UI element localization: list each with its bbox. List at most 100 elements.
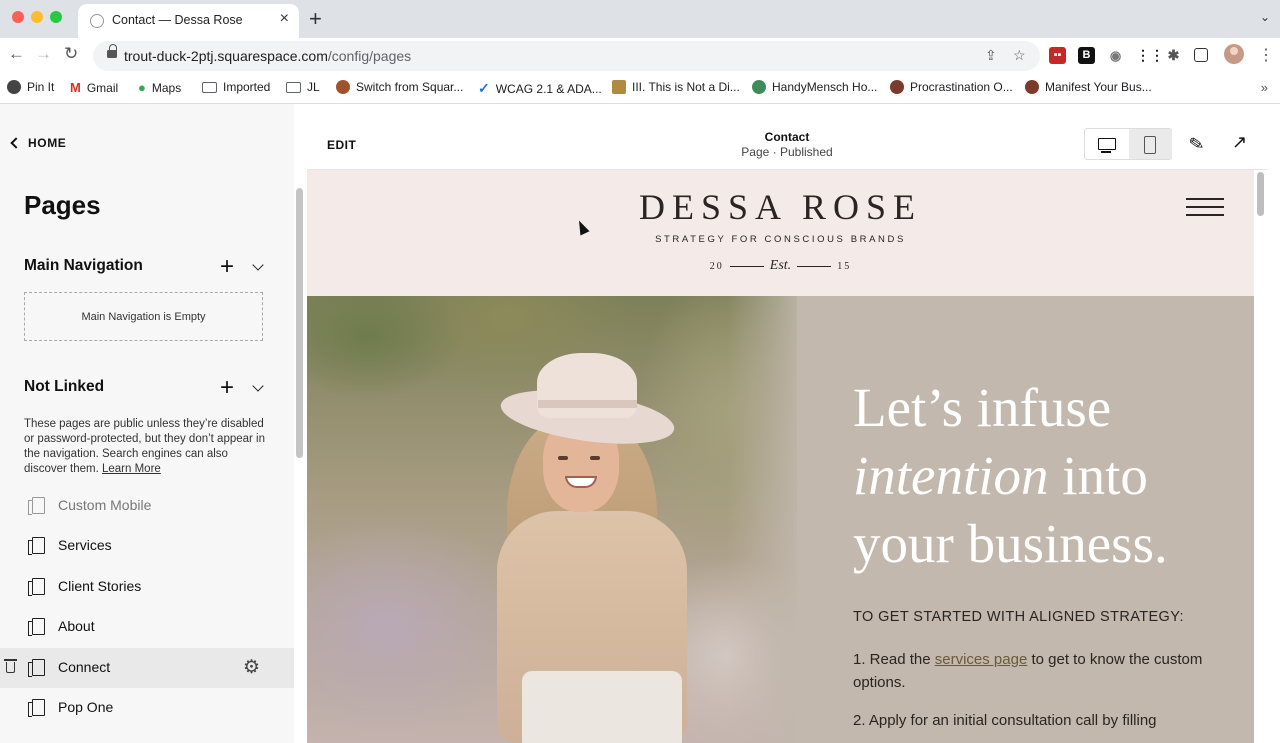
- main-nav-collapse-chevron-icon[interactable]: [252, 259, 264, 271]
- not-linked-collapse-chevron-icon[interactable]: [252, 380, 264, 392]
- folder-icon: [202, 81, 217, 93]
- learn-more-link[interactable]: Learn More: [102, 463, 161, 475]
- browser-tab-active[interactable]: Contact — Dessa Rose ×: [78, 4, 299, 38]
- page-icon: [28, 537, 45, 555]
- bookmark-label: Gmail: [86, 80, 119, 95]
- page-item-about[interactable]: About: [0, 607, 294, 647]
- bookmark-label: Imported: [223, 80, 271, 94]
- tab-close-icon[interactable]: ×: [280, 10, 289, 28]
- browser-tab-bar: Contact — Dessa Rose × + ⌄: [0, 0, 1280, 38]
- page-label: Client Stories: [58, 578, 142, 594]
- step-1-pre: 1. Read the: [853, 651, 935, 668]
- hero-section: Let’s infuse intention into your busines…: [307, 296, 1254, 743]
- lock-icon: [107, 44, 117, 61]
- not-linked-description: These pages are public unless they’re di…: [24, 417, 272, 477]
- page-item-connect[interactable]: Connect ⚙: [0, 648, 294, 688]
- url-text[interactable]: trout-duck-2ptj.squarespace.com/config/p…: [124, 48, 411, 64]
- bookmarks-bar: Pin It M Gmail ● Maps Imported JL Switch f…: [0, 74, 1280, 104]
- established-mark: 20 Est. 15: [307, 258, 1254, 274]
- extension-red-icon[interactable]: ▪▪: [1049, 47, 1066, 64]
- bookmark-wcag[interactable]: ✓ WCAG 2.1 & ADA...: [478, 80, 602, 97]
- bookmark-this-is-not[interactable]: III. This is Not a Di...: [612, 80, 740, 94]
- maximize-window-button[interactable]: [50, 11, 62, 23]
- hero-steps: 1. Read the services page to get to know…: [853, 648, 1233, 743]
- services-page-link[interactable]: services page: [935, 651, 1028, 668]
- tab-search-chevron-icon[interactable]: ⌄: [1260, 10, 1270, 24]
- mobile-view-icon[interactable]: [1129, 129, 1172, 159]
- site-tagline: STRATEGY FOR CONSCIOUS BRANDS: [655, 234, 906, 245]
- extension-b-icon[interactable]: B: [1078, 47, 1095, 64]
- grid-extension-icon[interactable]: ⋮⋮: [1136, 47, 1164, 64]
- bookmark-label: Procrastination O...: [910, 80, 1013, 94]
- bookmark-procrastination[interactable]: Procrastination O...: [890, 80, 1013, 94]
- page-icon: [28, 497, 45, 515]
- panel-title: Pages: [24, 190, 101, 220]
- extensions-puzzle-icon[interactable]: ✱: [1165, 47, 1182, 64]
- share-icon[interactable]: ⇪: [985, 47, 997, 64]
- bookmark-gmail[interactable]: M Gmail: [70, 80, 118, 95]
- bookmark-jl[interactable]: JL: [286, 80, 320, 94]
- camera-extension-icon[interactable]: ◉: [1107, 47, 1124, 64]
- site-preview: DESSA ROSE STRATEGY FOR CONSCIOUS BRANDS…: [307, 170, 1254, 743]
- hero-line-2: intention into: [853, 442, 1168, 510]
- bookmark-label: Maps: [151, 80, 182, 95]
- page-icon: [28, 578, 45, 596]
- expand-arrow-icon[interactable]: ↗: [1232, 132, 1247, 153]
- add-not-linked-page-icon[interactable]: +: [220, 376, 234, 400]
- page-item-client-stories[interactable]: Client Stories: [0, 567, 294, 607]
- bookmark-maps[interactable]: ● Maps: [138, 80, 181, 95]
- new-tab-button[interactable]: +: [309, 6, 322, 32]
- back-arrow-icon[interactable]: ←: [8, 44, 25, 64]
- hero-line-2-italic: intention: [853, 445, 1049, 506]
- editor-toolbar: EDIT Contact Page · Published ✎ ↗: [307, 120, 1267, 170]
- side-panel-icon[interactable]: [1194, 48, 1208, 62]
- page-editor: EDIT Contact Page · Published ✎ ↗ DESSA …: [307, 120, 1267, 743]
- page-icon: [28, 699, 45, 717]
- pin-icon: [7, 80, 21, 94]
- url-path: /config/pages: [327, 48, 412, 64]
- bookmark-manifest[interactable]: Manifest Your Bus...: [1025, 80, 1152, 94]
- more-bookmarks-icon[interactable]: »: [1261, 80, 1268, 95]
- bookmark-label: Pin It: [27, 80, 55, 94]
- not-linked-title: Not Linked: [24, 378, 105, 395]
- check-icon: ✓: [478, 80, 490, 96]
- preview-scrollbar[interactable]: [1257, 172, 1264, 216]
- reload-icon[interactable]: ↻: [64, 44, 78, 64]
- hero-line-2-rest: into: [1048, 445, 1148, 506]
- site-logo[interactable]: DESSA ROSE: [307, 186, 1254, 228]
- site-icon: [612, 80, 626, 94]
- home-label: HOME: [28, 136, 67, 150]
- bookmark-label: III. This is Not a Di...: [632, 80, 740, 94]
- site-icon: [336, 80, 350, 94]
- profile-avatar[interactable]: [1224, 44, 1244, 64]
- device-toggle: [1084, 128, 1172, 160]
- page-item-services[interactable]: Services: [0, 526, 294, 566]
- est-script: Est.: [769, 258, 792, 273]
- page-item-custom-mobile[interactable]: Custom Mobile: [0, 486, 294, 526]
- bookmark-handymensch[interactable]: HandyMensch Ho...: [752, 80, 877, 94]
- hero-line-3: your business.: [853, 513, 1168, 574]
- browser-menu-icon[interactable]: ⋮: [1258, 45, 1274, 65]
- panel-scrollbar[interactable]: [296, 188, 303, 458]
- add-main-nav-page-icon[interactable]: +: [220, 255, 234, 279]
- bookmark-imported[interactable]: Imported: [202, 80, 270, 94]
- bookmark-switch-from-squarespace[interactable]: Switch from Squar...: [336, 80, 463, 94]
- bookmark-label: JL: [307, 80, 320, 94]
- bookmark-label: HandyMensch Ho...: [772, 80, 878, 94]
- page-item-pop-one[interactable]: Pop One: [0, 688, 294, 728]
- trash-icon[interactable]: [4, 659, 17, 673]
- gear-icon[interactable]: ⚙: [243, 658, 260, 677]
- est-year-right: 15: [837, 261, 852, 272]
- bookmark-pin-it[interactable]: Pin It: [7, 80, 54, 94]
- hero-subheading: TO GET STARTED WITH ALIGNED STRATEGY:: [853, 609, 1184, 625]
- hamburger-menu-icon[interactable]: [1186, 198, 1224, 218]
- desktop-view-icon[interactable]: [1085, 129, 1129, 159]
- minimize-window-button[interactable]: [31, 11, 43, 23]
- bookmark-star-icon[interactable]: ☆: [1013, 47, 1026, 64]
- address-bar[interactable]: trout-duck-2ptj.squarespace.com/config/p…: [93, 41, 1040, 71]
- home-back-link[interactable]: HOME: [10, 136, 67, 150]
- close-window-button[interactable]: [12, 11, 24, 23]
- page-label: Services: [58, 537, 112, 553]
- forward-arrow-icon[interactable]: →: [35, 44, 52, 64]
- site-icon: [890, 80, 904, 94]
